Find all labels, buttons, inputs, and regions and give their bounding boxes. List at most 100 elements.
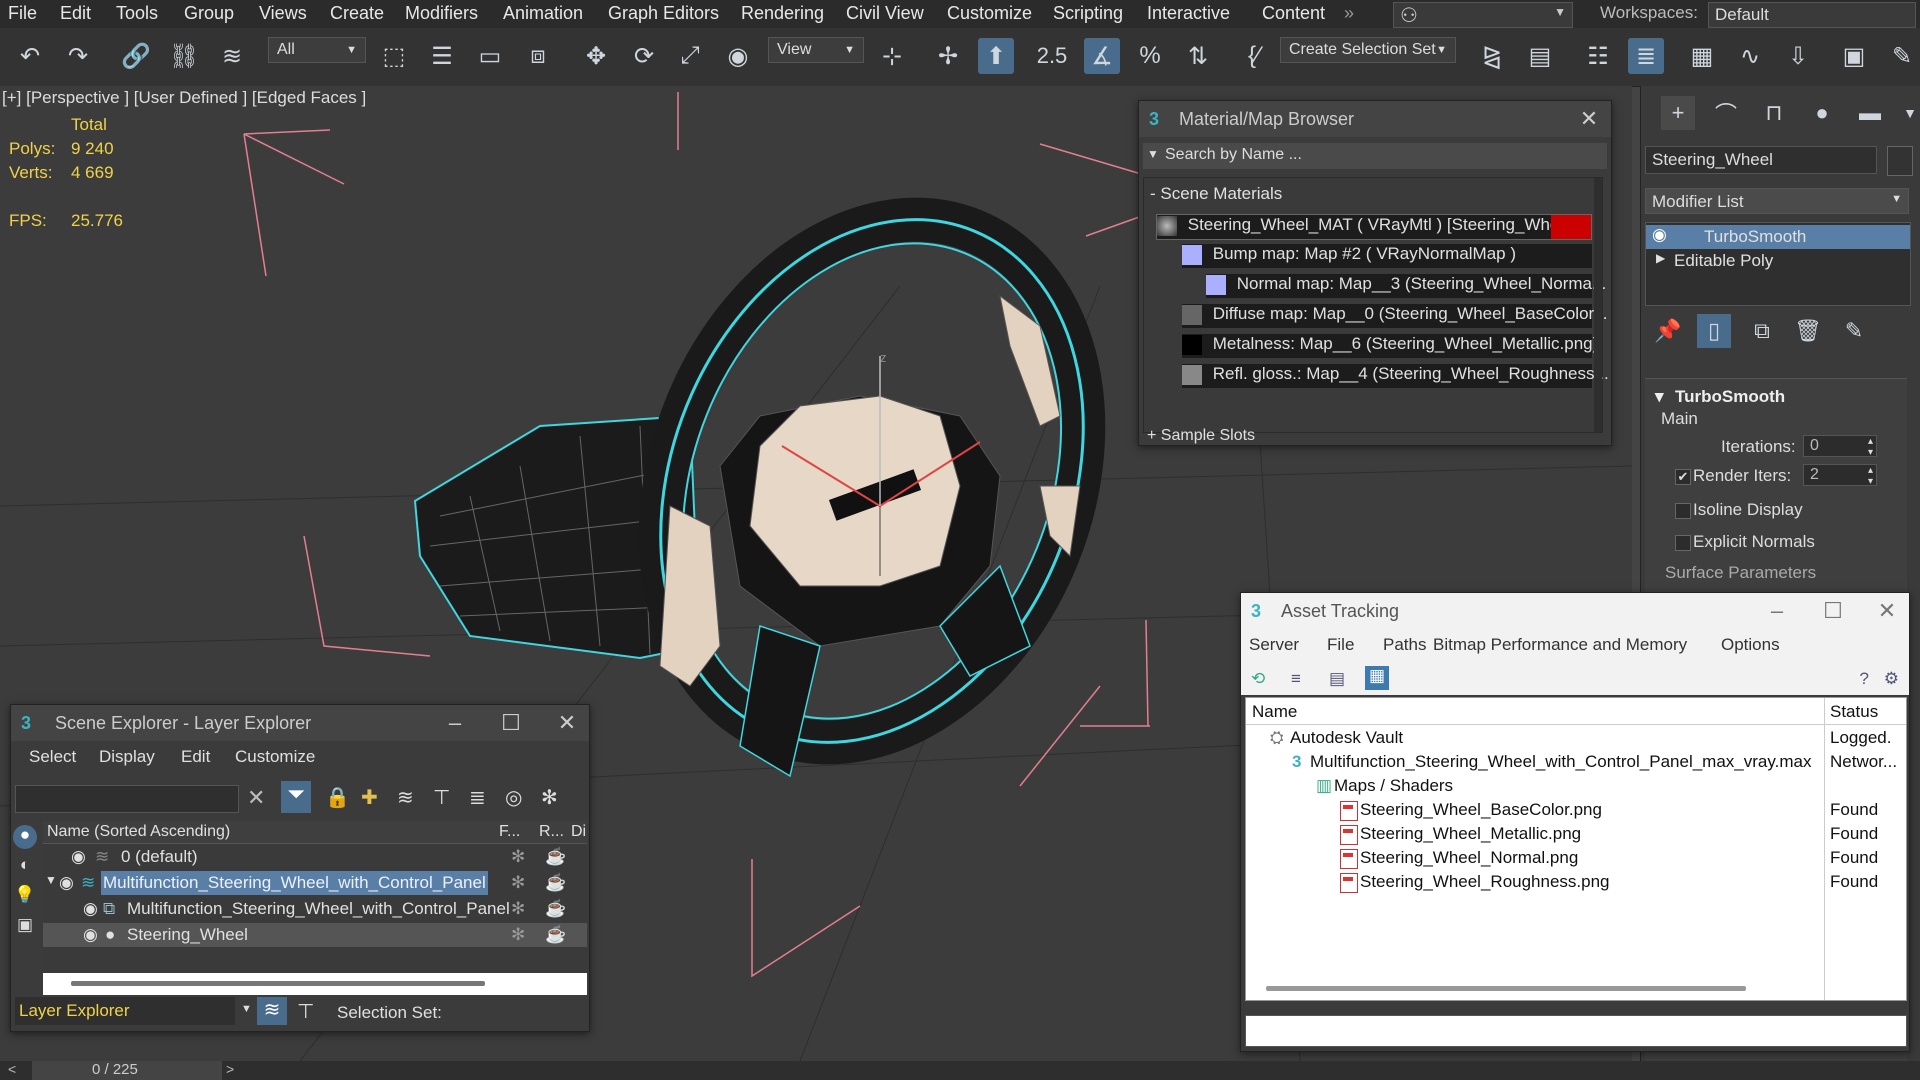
surface-params-label[interactable]: Surface Parameters [1665, 563, 1816, 583]
map-item-metalness[interactable]: Metalness: Map__6 (Steering_Wheel_Metall… [1182, 334, 1598, 358]
column-status-header[interactable]: Status [1830, 702, 1878, 722]
asset-tracking-titlebar[interactable]: 3 Asset Tracking – ☐ ✕ [1241, 593, 1909, 629]
asset-path-field[interactable] [1245, 1015, 1907, 1047]
display-cameras-icon[interactable]: ▣ [13, 915, 37, 939]
freeze-filter-icon[interactable]: ✻ [541, 785, 558, 810]
menu-interactive[interactable]: Interactive [1147, 3, 1230, 24]
detail-view-icon[interactable]: ▤ [1329, 669, 1345, 689]
reference-coordinate-dropdown[interactable]: View ▼ [768, 37, 864, 63]
menu-server[interactable]: Server [1249, 635, 1299, 655]
hierarchy-tab-icon[interactable]: ⊓ [1757, 96, 1791, 130]
menu-group[interactable]: Group [184, 3, 234, 24]
scene-materials-group[interactable]: - Scene Materials [1150, 184, 1282, 204]
render-setup-icon[interactable]: ✎ [1884, 38, 1920, 74]
menu-civil-view[interactable]: Civil View [846, 3, 924, 24]
object-row-steering-wheel[interactable]: ◉ ● Steering_Wheel ✻ ☕ [43, 923, 587, 947]
ribbon-icon[interactable]: ▦ [1684, 38, 1720, 74]
layer-explorer-mode-icon[interactable]: ≋ [257, 997, 287, 1025]
menu-file[interactable]: File [1327, 635, 1354, 655]
display-tab-icon[interactable]: ▬ [1853, 96, 1887, 130]
menu-create[interactable]: Create [330, 3, 384, 24]
pin-stack-icon[interactable]: 📌 [1651, 314, 1685, 348]
user-account-dropdown[interactable]: ⚇ ▼ [1393, 2, 1573, 28]
eye-icon[interactable]: ◉ [1652, 225, 1667, 245]
freeze-icon[interactable]: ✻ [511, 899, 525, 919]
maximize-icon[interactable]: ☐ [497, 709, 525, 737]
rotate-icon[interactable]: ⟳ [626, 38, 662, 74]
close-icon[interactable]: ✕ [553, 709, 581, 737]
material-editor-icon[interactable]: ▣ [1836, 38, 1872, 74]
freeze-icon[interactable]: ✻ [511, 847, 525, 867]
help-icon[interactable]: ? [1860, 669, 1869, 689]
layer-tree-scroll-track[interactable] [43, 973, 587, 995]
make-unique-icon[interactable]: ⧉ [1745, 314, 1779, 348]
time-slider[interactable]: 0 / 225 [32, 1061, 222, 1080]
window-crossing-icon[interactable]: ⧈ [520, 38, 556, 74]
layer-row-multifunction[interactable]: ▼ ◉ ≋ Multifunction_Steering_Wheel_with_… [43, 871, 587, 895]
menu-paths[interactable]: Paths [1383, 635, 1426, 655]
menu-display[interactable]: Display [99, 747, 155, 767]
redo-icon[interactable]: ↷ [60, 38, 96, 74]
asset-row-maps-shaders[interactable]: ▥ Maps / Shaders [1246, 774, 1906, 798]
eye-icon[interactable]: ◉ [71, 847, 86, 867]
undo-icon[interactable]: ↶ [12, 38, 48, 74]
column-name-header[interactable]: Name [1252, 702, 1297, 722]
align-icon[interactable]: ▤ [1522, 38, 1558, 74]
mirror-icon[interactable]: ⧎ [1474, 38, 1510, 74]
menu-options[interactable]: Options [1721, 635, 1780, 655]
snap-toggle-icon[interactable]: 2.5 [1034, 38, 1070, 74]
clear-search-icon[interactable]: ✕ [247, 785, 265, 811]
rect-selection-icon[interactable]: ▭ [472, 38, 508, 74]
minimize-icon[interactable]: – [441, 709, 469, 737]
asset-table-scrollbar[interactable] [1266, 986, 1746, 991]
menu-graph-editors[interactable]: Graph Editors [608, 3, 719, 24]
eye-icon[interactable]: ◉ [83, 925, 98, 945]
menu-edit[interactable]: Edit [181, 747, 210, 767]
eye-icon[interactable]: ◉ [59, 873, 74, 893]
spinner-snap-icon[interactable]: ⇅ [1180, 38, 1216, 74]
minimize-icon[interactable]: – [1763, 597, 1791, 625]
menu-rendering[interactable]: Rendering [741, 3, 824, 24]
scene-explorer-search-input[interactable] [15, 785, 239, 813]
hierarchy-icon[interactable]: ⊤ [433, 785, 450, 810]
render-iters-checkbox[interactable]: ✔ [1675, 469, 1691, 485]
explorer-mode-dropdown[interactable]: Layer Explorer ▼ [15, 997, 252, 1025]
stack-icon[interactable]: ≣ [469, 785, 486, 810]
menu-scripting[interactable]: Scripting [1053, 3, 1123, 24]
asset-row-basecolor[interactable]: Steering_Wheel_BaseColor.png Found [1246, 798, 1906, 822]
motion-tab-icon[interactable]: ● [1805, 96, 1839, 130]
place-icon[interactable]: ◉ [720, 38, 756, 74]
close-icon[interactable]: ✕ [1873, 597, 1901, 625]
toggle-layer-explorer-icon[interactable]: ≣ [1628, 38, 1664, 74]
menu-customize[interactable]: Customize [947, 3, 1032, 24]
scene-explorer-titlebar[interactable]: 3 Scene Explorer - Layer Explorer – ☐ ✕ [11, 705, 589, 741]
menu-customize[interactable]: Customize [235, 747, 315, 767]
asset-row-metallic[interactable]: Steering_Wheel_Metallic.png Found [1246, 822, 1906, 846]
eye-icon[interactable]: ◉ [83, 899, 98, 919]
material-item-steering-wheel-mat[interactable]: Steering_Wheel_MAT ( VRayMtl ) [Steering… [1156, 214, 1592, 240]
close-icon[interactable]: ✕ [1575, 105, 1603, 133]
render-teapot-icon[interactable]: ☕ [545, 847, 566, 867]
collapse-icon[interactable]: ▼ [45, 873, 57, 887]
render-teapot-icon[interactable]: ☕ [545, 899, 566, 919]
visibility-filter-icon[interactable]: ◎ [505, 785, 522, 810]
iterations-spinner[interactable]: 0 [1803, 435, 1877, 458]
add-layer-icon[interactable]: ✚ [361, 785, 378, 810]
menu-select[interactable]: Select [29, 747, 76, 767]
map-item-refl-gloss[interactable]: Refl. gloss.: Map__4 (Steering_Wheel_Rou… [1182, 364, 1609, 388]
material-browser-titlebar[interactable]: 3 Material/Map Browser ✕ [1139, 101, 1611, 137]
edit-named-selection-icon[interactable]: {⁄ [1236, 38, 1272, 74]
maximize-icon[interactable]: ☐ [1819, 597, 1847, 625]
refresh-icon[interactable]: ⟲ [1251, 669, 1265, 689]
explicit-normals-checkbox[interactable] [1675, 535, 1691, 551]
select-by-name-icon[interactable]: ☰ [424, 38, 460, 74]
scale-icon[interactable]: ⤢ [672, 38, 708, 74]
object-color-swatch[interactable] [1887, 146, 1913, 176]
display-objects-icon[interactable]: ● [13, 825, 37, 849]
modify-tab-icon[interactable]: ⌒ [1709, 96, 1743, 130]
previous-frame-icon[interactable]: < [8, 1061, 16, 1077]
asset-row-vault[interactable]: ⛭ Autodesk Vault Logged. [1246, 726, 1906, 750]
percent-snap-icon[interactable]: % [1132, 38, 1168, 74]
menu-views[interactable]: Views [259, 3, 307, 24]
lock-icon[interactable]: 🔒 [325, 785, 350, 810]
